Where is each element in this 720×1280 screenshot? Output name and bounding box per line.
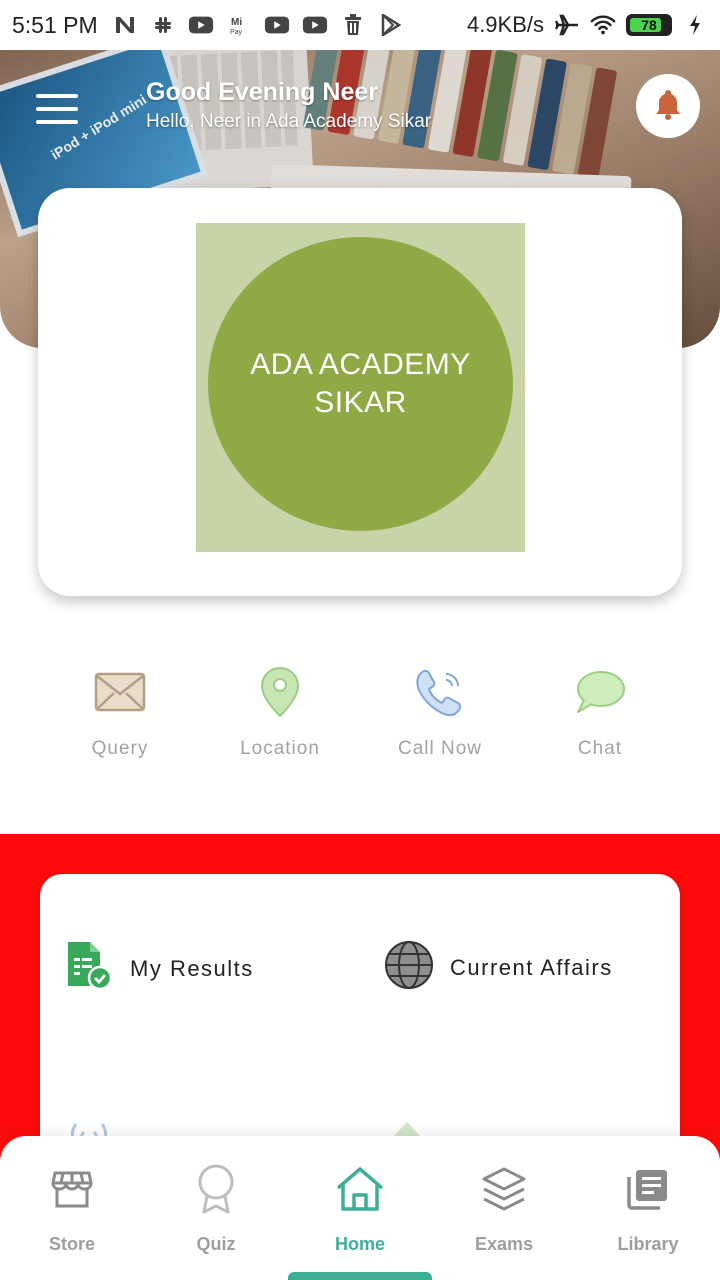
call-now-action[interactable]: Call Now bbox=[360, 664, 520, 774]
nav-library[interactable]: Library bbox=[576, 1136, 720, 1280]
trash-icon bbox=[340, 14, 366, 36]
features-card: My Results Current Affairs bbox=[40, 874, 680, 1174]
my-results-label: My Results bbox=[130, 955, 254, 981]
chat-bubble-icon bbox=[572, 664, 628, 720]
network-speed: 4.9KB/s bbox=[466, 12, 544, 37]
nav-quiz[interactable]: Quiz bbox=[144, 1136, 288, 1280]
globe-icon bbox=[384, 940, 434, 995]
chat-label: Chat bbox=[577, 738, 623, 759]
active-tab-indicator bbox=[288, 1272, 432, 1280]
status-bar: 5:51 PM Mi Pay 4.9KB/s 78 bbox=[0, 0, 720, 50]
mi-pay-icon: Mi Pay bbox=[226, 14, 252, 36]
app-screen: 5:51 PM Mi Pay 4.9KB/s 78 Good Evening N… bbox=[0, 0, 720, 1280]
chat-action[interactable]: Chat bbox=[520, 664, 680, 774]
greeting-subtitle: Hello, Neer in Ada Academy Sikar bbox=[146, 111, 432, 132]
wifi-icon bbox=[590, 14, 616, 36]
nav-store[interactable]: Store bbox=[0, 1136, 144, 1280]
award-icon bbox=[191, 1164, 241, 1214]
location-action[interactable]: Location bbox=[200, 664, 360, 774]
charging-icon bbox=[682, 14, 708, 36]
current-affairs-item[interactable]: Current Affairs bbox=[384, 940, 613, 995]
institute-logo-card: ADA ACADEMY SIKAR bbox=[38, 188, 682, 596]
bell-icon bbox=[653, 87, 683, 126]
status-right: 4.9KB/s 78 bbox=[467, 12, 708, 38]
bottom-navigation: Store Quiz Home Exams Library bbox=[0, 1136, 720, 1280]
battery-level: 78 bbox=[641, 17, 657, 33]
home-icon bbox=[335, 1164, 385, 1214]
greeting-block: Good Evening Neer Hello, Neer in Ada Aca… bbox=[146, 78, 431, 133]
nav-home[interactable]: Home bbox=[288, 1136, 432, 1280]
map-pin-icon bbox=[252, 664, 308, 720]
youtube-icon bbox=[302, 14, 328, 36]
library-icon bbox=[623, 1164, 673, 1214]
location-label: Location bbox=[240, 738, 320, 759]
nav-library-label: Library bbox=[617, 1234, 679, 1254]
phone-icon bbox=[412, 664, 468, 720]
logo-line-2: SIKAR bbox=[314, 386, 407, 419]
battery-icon: 78 bbox=[626, 14, 672, 36]
status-time: 5:51 PM bbox=[12, 11, 98, 38]
greeting-title: Good Evening Neer bbox=[146, 78, 378, 106]
youtube-icon bbox=[264, 14, 290, 36]
n-notification-icon bbox=[112, 14, 138, 36]
notification-button[interactable] bbox=[636, 74, 700, 138]
query-action[interactable]: Query bbox=[40, 664, 200, 774]
play-store-icon bbox=[378, 14, 404, 36]
slack-icon bbox=[150, 14, 176, 36]
airplane-icon bbox=[554, 14, 580, 36]
store-icon bbox=[47, 1164, 97, 1214]
hamburger-menu-icon[interactable] bbox=[36, 94, 78, 124]
nav-exams[interactable]: Exams bbox=[432, 1136, 576, 1280]
results-document-icon bbox=[64, 940, 114, 997]
layers-icon bbox=[479, 1164, 529, 1214]
youtube-icon bbox=[188, 14, 214, 36]
envelope-icon bbox=[92, 664, 148, 720]
quick-actions: Query Location Call Now Chat bbox=[40, 664, 680, 774]
svg-text:Pay: Pay bbox=[230, 29, 243, 36]
nav-store-label: Store bbox=[48, 1234, 95, 1254]
nav-exams-label: Exams bbox=[474, 1234, 534, 1254]
notification-icons: Mi Pay bbox=[112, 14, 404, 36]
logo-circle: ADA ACADEMY SIKAR bbox=[208, 237, 513, 531]
my-results-item[interactable]: My Results bbox=[64, 940, 254, 997]
svg-text:Mi: Mi bbox=[231, 17, 242, 28]
current-affairs-label: Current Affairs bbox=[450, 954, 613, 980]
nav-home-label: Home bbox=[334, 1234, 385, 1254]
query-label: Query bbox=[91, 738, 149, 759]
logo-line-1: ADA ACADEMY bbox=[250, 348, 471, 381]
institute-logo: ADA ACADEMY SIKAR bbox=[196, 223, 525, 552]
call-now-label: Call Now bbox=[397, 738, 483, 759]
nav-quiz-label: Quiz bbox=[196, 1234, 236, 1254]
